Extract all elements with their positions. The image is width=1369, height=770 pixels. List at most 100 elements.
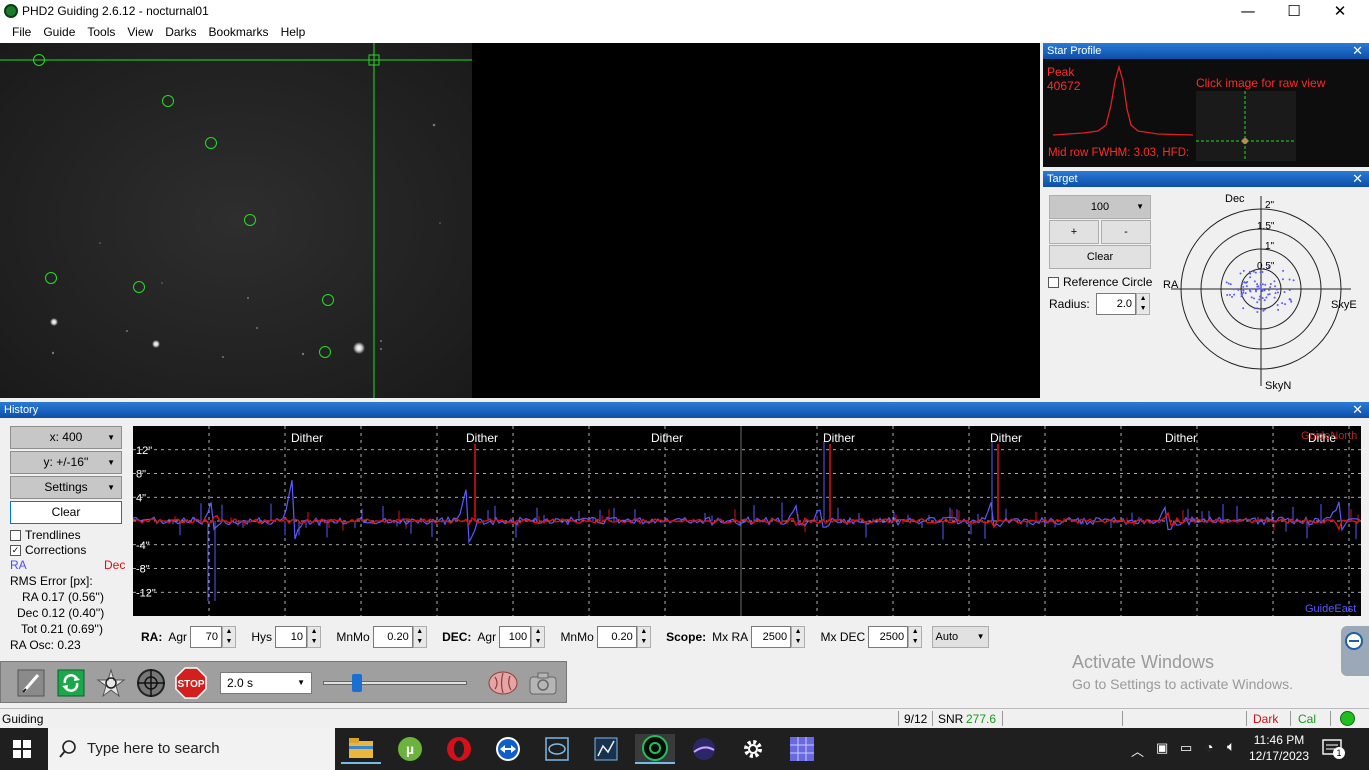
target-point — [1290, 300, 1293, 303]
reference-circle-checkbox[interactable] — [1048, 277, 1059, 289]
history-settings-select[interactable]: Settings ▼ — [10, 476, 122, 499]
taskbar-app-globe[interactable] — [537, 734, 577, 764]
exposure-select[interactable]: 2.0 s ▼ — [220, 672, 312, 694]
target-scale-select[interactable]: 100 ▼ — [1049, 195, 1151, 219]
chevron-down-icon: ▼ — [297, 678, 305, 687]
history-graph[interactable]: Dither Dither Dither Dither Dither Dither Dith… — [133, 426, 1361, 616]
dec-mnmo-spinner[interactable]: ▲ ▼ — [636, 626, 651, 648]
menu-darks[interactable]: Darks — [159, 23, 202, 43]
target-point — [1292, 279, 1295, 282]
star-select-icon — [96, 668, 126, 698]
use-camera-button[interactable] — [15, 667, 47, 699]
mx-ra-spinner[interactable]: ▲ ▼ — [791, 626, 806, 648]
taskbar-file-explorer[interactable] — [341, 734, 381, 764]
star-thumbnail[interactable] — [1196, 91, 1296, 161]
brain-settings-button[interactable] — [487, 667, 519, 699]
ra-mnmo-input[interactable]: 0.20 — [372, 626, 413, 648]
gamma-slider[interactable] — [319, 672, 471, 694]
brain-icon — [488, 671, 518, 695]
dither-label: Dither — [651, 431, 683, 445]
menu-help[interactable]: Help — [275, 23, 312, 43]
volume-icon[interactable]: 🔈︎ — [1227, 738, 1235, 755]
taskbar-phd2[interactable] — [635, 734, 675, 764]
taskbar-app-grid[interactable] — [782, 734, 822, 764]
y-scale-select[interactable]: y: +/-16'' ▼ — [10, 451, 122, 474]
taskbar-app-chart[interactable] — [586, 734, 626, 764]
taskbar-opera[interactable] — [439, 734, 479, 764]
history-close-icon[interactable]: ✕ — [1352, 402, 1363, 418]
show-hidden-icons-icon[interactable]: ︿ — [1131, 741, 1144, 760]
menu-bookmarks[interactable]: Bookmarks — [203, 23, 275, 43]
network-icon[interactable]: ◔ — [1205, 739, 1213, 755]
ra-agr-spinner[interactable]: ▲ ▼ — [222, 626, 237, 648]
meet-now-icon[interactable]: ▣ — [1156, 740, 1168, 756]
reference-circle-row: Reference Circle — [1048, 275, 1152, 289]
target-point — [1254, 290, 1257, 293]
ra-agr-label: Agr — [168, 630, 188, 644]
start-button[interactable] — [2, 734, 42, 764]
stop-button[interactable]: STOP — [175, 667, 207, 699]
loop-button[interactable] — [55, 667, 87, 699]
corrections-checkbox[interactable]: ✓ — [10, 545, 21, 557]
guide-east-label: GuideEast — [1305, 603, 1356, 615]
target-point — [1276, 291, 1279, 294]
ring-label-1: 1" — [1265, 241, 1275, 252]
radius-input[interactable]: 2.0 — [1096, 293, 1137, 315]
taskbar-utorrent[interactable]: µ — [390, 734, 430, 764]
camera-image[interactable] — [0, 43, 1040, 398]
taskbar-stellarium[interactable] — [684, 734, 724, 764]
dec-agr-input[interactable]: 100 — [499, 626, 532, 648]
y-tick-label: -12" — [136, 587, 156, 599]
sky-frame — [0, 43, 472, 398]
history-clear-button[interactable]: Clear — [10, 501, 122, 524]
radius-spinner[interactable]: ▲ ▼ — [1136, 293, 1151, 315]
dec-mode-select[interactable]: Auto ▼ — [931, 626, 989, 648]
taskbar-teamviewer[interactable] — [488, 734, 528, 764]
battery-icon[interactable]: ▭ — [1180, 740, 1192, 756]
trendlines-checkbox[interactable] — [10, 530, 21, 542]
target-point — [1242, 289, 1245, 292]
ra-mnmo-spinner[interactable]: ▲ ▼ — [412, 626, 427, 648]
taskbar-clock[interactable]: 11:46 PM 12/17/2023 — [1248, 732, 1310, 764]
target-clear-button[interactable]: Clear — [1049, 245, 1151, 269]
search-icon — [59, 740, 76, 758]
taskbar-settings[interactable] — [733, 734, 773, 764]
mx-ra-input[interactable]: 2500 — [751, 626, 792, 648]
mx-dec-input[interactable]: 2500 — [868, 626, 909, 648]
auto-select-star-button[interactable] — [95, 667, 127, 699]
windows-taskbar: Type here to search µ ︿ ▣ ▭ ◔ 🔈︎ 11:46 P… — [0, 728, 1369, 770]
menu-guide[interactable]: Guide — [37, 23, 81, 43]
ra-agr-input[interactable]: 70 — [190, 626, 223, 648]
slider-thumb[interactable] — [351, 674, 362, 692]
target-close-icon[interactable]: ✕ — [1352, 171, 1363, 187]
utorrent-icon: µ — [398, 737, 422, 761]
guide-button[interactable] — [135, 667, 167, 699]
dec-params-label: DEC: — [442, 630, 472, 644]
star-profile-close-icon[interactable]: ✕ — [1352, 43, 1363, 59]
camera-view[interactable] — [0, 43, 1040, 398]
guide-status-led — [1340, 711, 1355, 726]
zoom-out-button[interactable]: - — [1101, 220, 1151, 244]
ra-hys-spinner[interactable]: ▲ ▼ — [307, 626, 322, 648]
target-point — [1256, 285, 1259, 288]
target-point — [1231, 295, 1234, 298]
dec-mnmo-input[interactable]: 0.20 — [596, 626, 637, 648]
maximize-button[interactable]: ☐ — [1271, 0, 1317, 23]
taskbar-search[interactable]: Type here to search — [48, 728, 335, 770]
minimize-button[interactable]: — — [1225, 0, 1271, 23]
ra-hys-input[interactable]: 10 — [275, 626, 308, 648]
dec-agr-spinner[interactable]: ▲ ▼ — [531, 626, 546, 648]
zoom-in-button[interactable]: + — [1049, 220, 1099, 244]
notification-badge: 1 — [1333, 747, 1345, 759]
notification-center-icon[interactable]: 1 — [1322, 739, 1345, 762]
mx-dec-spinner[interactable]: ▲ ▼ — [908, 626, 923, 648]
camera-settings-button[interactable] — [527, 667, 559, 699]
dec-mnmo-label: MnMo — [560, 630, 594, 644]
x-scale-select[interactable]: x: 400 ▼ — [10, 426, 122, 449]
menu-tools[interactable]: Tools — [81, 23, 121, 43]
side-panel-tab[interactable] — [1341, 626, 1369, 676]
star-profile-panel[interactable]: Peak 40672 Click image for raw view Mid … — [1043, 59, 1369, 167]
menu-view[interactable]: View — [121, 23, 159, 43]
menu-file[interactable]: File — [6, 23, 37, 43]
close-button[interactable]: ✕ — [1317, 0, 1363, 23]
